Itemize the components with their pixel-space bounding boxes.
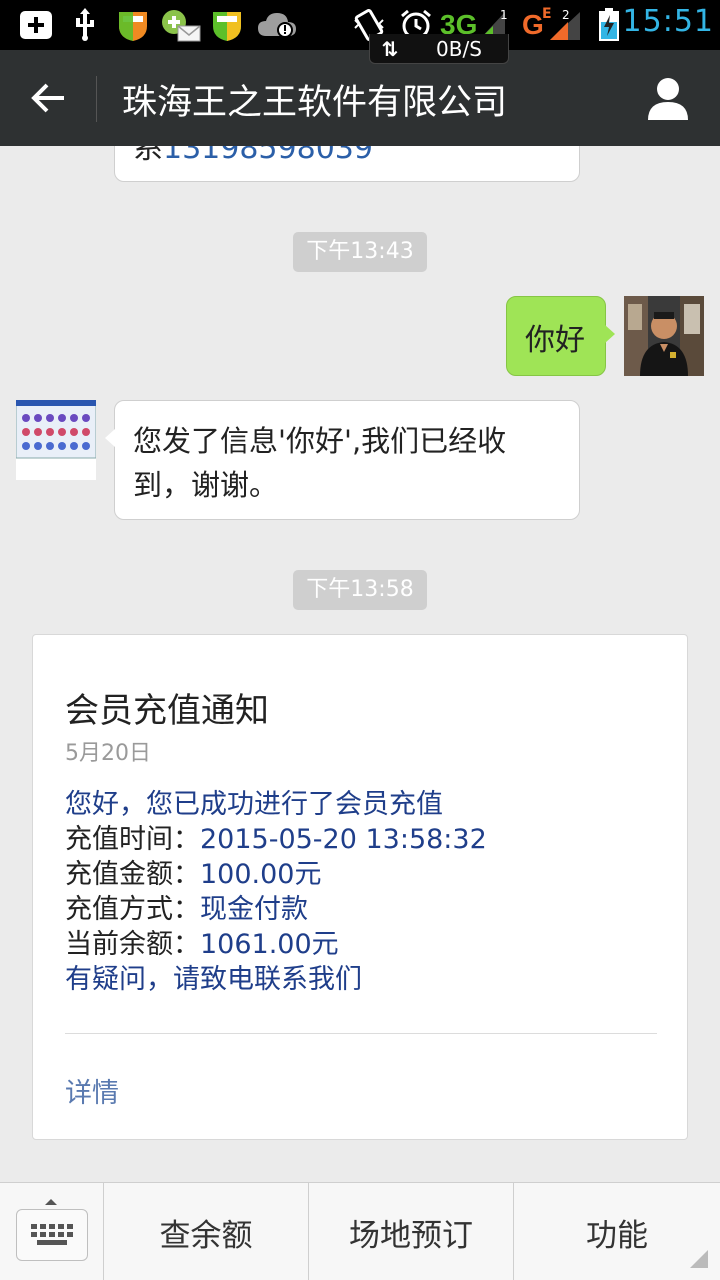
card-row: 充值时间：2015-05-20 13:58:32 bbox=[65, 824, 487, 855]
timestamp: 下午13:43 bbox=[293, 232, 427, 272]
sent-message-bubble[interactable]: 你好 bbox=[506, 296, 615, 376]
message-text: 您发了信息'你好',我们已经收 到，谢谢。 bbox=[133, 424, 507, 502]
bottom-menu-bar: 查余额 场地预订 功能 bbox=[0, 1182, 720, 1280]
network-speed-label: 0B/S bbox=[436, 36, 482, 61]
back-button[interactable] bbox=[0, 50, 96, 146]
back-arrow-icon bbox=[31, 83, 64, 113]
message-bubble[interactable]: 系13198598039 bbox=[114, 146, 580, 182]
submenu-indicator-icon bbox=[690, 1250, 708, 1268]
keyboard-toggle[interactable] bbox=[0, 1183, 104, 1280]
clock-time: 15:51 bbox=[622, 4, 714, 39]
cloud-alert-icon bbox=[256, 8, 298, 42]
add-notification-icon bbox=[18, 8, 54, 42]
expand-arrow-icon bbox=[45, 1199, 57, 1205]
network-speed-indicator: ⇅ 0B/S bbox=[369, 34, 509, 64]
menu-check-balance[interactable]: 查余额 bbox=[104, 1183, 309, 1280]
avatar[interactable] bbox=[624, 296, 704, 376]
card-title: 会员充值通知 bbox=[65, 691, 269, 731]
usb-icon bbox=[70, 8, 100, 42]
page-title: 珠海王之王软件有限公司 bbox=[122, 83, 508, 123]
card-footer: 有疑问，请致电联系我们 bbox=[65, 964, 362, 995]
title-bar: 珠海王之王软件有限公司 bbox=[0, 50, 720, 146]
keyboard-button[interactable] bbox=[16, 1209, 88, 1261]
signal-icon: G E 2 bbox=[522, 6, 588, 42]
card-body: 您好，您已成功进行了会员充值 充值时间：2015-05-20 13:58:32 … bbox=[65, 787, 487, 997]
app-shield-icon bbox=[114, 8, 152, 42]
person-icon bbox=[648, 78, 688, 120]
battery-icon bbox=[594, 8, 624, 42]
received-message-bubble[interactable]: 您发了信息'你好',我们已经收 到，谢谢。 bbox=[105, 400, 580, 520]
detail-link[interactable]: 详情 bbox=[65, 1071, 119, 1110]
menu-venue-booking[interactable]: 场地预订 bbox=[309, 1183, 514, 1280]
card-divider bbox=[65, 1033, 657, 1034]
timestamp: 下午13:58 bbox=[293, 570, 427, 610]
card-date: 5月20日 bbox=[65, 741, 151, 766]
chat-area[interactable]: 系13198598039 下午13:43 你好 您发了信息'你好',我们已经收 … bbox=[0, 146, 720, 1182]
card-row: 充值方式：现金付款 bbox=[65, 894, 308, 925]
message-text: 你好 bbox=[525, 323, 585, 358]
card-greeting: 您好，您已成功进行了会员充值 bbox=[65, 789, 443, 820]
card-row: 充值金额：100.00元 bbox=[65, 859, 322, 890]
profile-button[interactable] bbox=[646, 76, 690, 120]
data-transfer-icon: ⇅ bbox=[381, 36, 399, 61]
status-bar: 3G 1 G E 2 15:51 bbox=[0, 0, 720, 50]
title-divider bbox=[96, 76, 97, 122]
card-row: 当前余额：1061.00元 bbox=[65, 929, 339, 960]
avatar[interactable] bbox=[16, 400, 96, 480]
message-text: 系13198598039 bbox=[133, 146, 373, 166]
app-shield-icon bbox=[208, 8, 246, 42]
message-icon bbox=[160, 8, 202, 42]
recharge-notice-card[interactable]: 会员充值通知 5月20日 您好，您已成功进行了会员充值 充值时间：2015-05… bbox=[32, 634, 688, 1140]
keyboard-icon bbox=[31, 1224, 73, 1245]
